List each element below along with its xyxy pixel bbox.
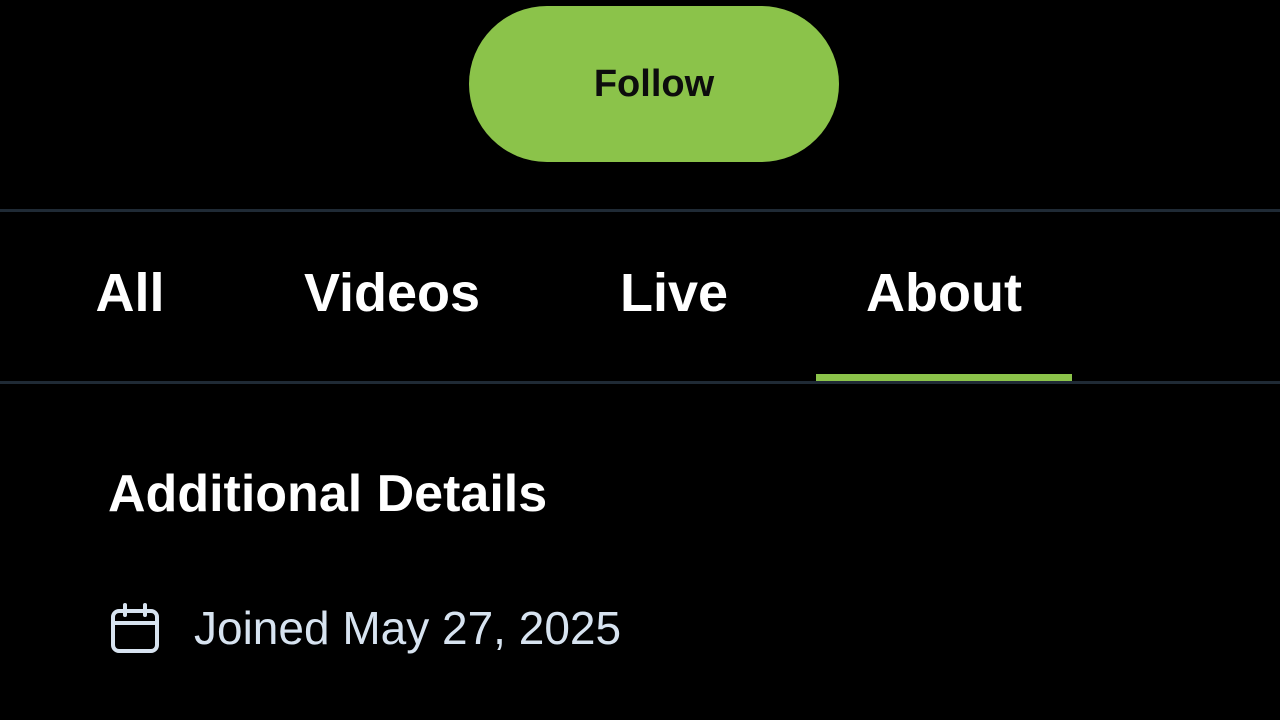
tab-about[interactable]: About bbox=[816, 212, 1072, 381]
tab-videos[interactable]: Videos bbox=[270, 212, 514, 381]
tab-all[interactable]: All bbox=[60, 212, 200, 381]
tab-live[interactable]: Live bbox=[590, 212, 758, 381]
joined-date-row: Joined May 27, 2025 bbox=[108, 598, 621, 658]
channel-tabs: All Videos Live About bbox=[0, 212, 1280, 381]
channel-about-page: Follow All Videos Live About Additional … bbox=[0, 0, 1280, 720]
additional-details-heading: Additional Details bbox=[108, 465, 548, 523]
follow-button[interactable]: Follow bbox=[469, 6, 839, 162]
tab-videos-label: Videos bbox=[303, 262, 481, 323]
tab-about-label: About bbox=[866, 262, 1022, 323]
joined-date-text: Joined May 27, 2025 bbox=[194, 602, 622, 654]
active-tab-indicator bbox=[816, 374, 1072, 381]
tabs-bottom-divider bbox=[0, 381, 1280, 384]
tab-live-label: Live bbox=[619, 262, 729, 323]
tab-all-label: All bbox=[95, 262, 165, 323]
calendar-icon bbox=[111, 603, 159, 653]
